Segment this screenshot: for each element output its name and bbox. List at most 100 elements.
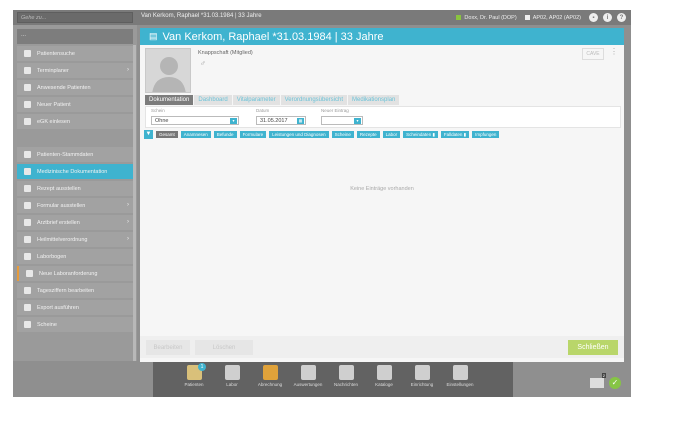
filter-chip[interactable]: Labor xyxy=(382,131,401,138)
delete-button[interactable]: Löschen xyxy=(195,340,253,355)
dock-item-patienten[interactable]: Patienten 1 xyxy=(177,363,211,387)
search-input[interactable]: Gehe zu... xyxy=(17,12,133,23)
kataloge-icon xyxy=(376,365,392,380)
sidebar: ... Patientensuche Terminplaner › Anwesende… xyxy=(13,25,137,361)
info-icon[interactable]: i xyxy=(603,13,612,22)
tab-bar: Dokumentation Dashboard Vitalparameter V… xyxy=(145,95,400,105)
sidebar-item-label: Neue Laboranforderung xyxy=(39,270,98,277)
filter-chip[interactable]: Scheindaten ▮ xyxy=(403,131,438,138)
patient-header: ▤ Van Kerkom, Raphael *31.03.1984 | 33 J… xyxy=(140,28,624,45)
filter-chip[interactable]: Formulare xyxy=(239,131,267,138)
sidebar-scrollbar[interactable] xyxy=(133,45,136,361)
menu-item-icon xyxy=(24,84,31,91)
dock-item-abrechnung[interactable]: Abrechnung xyxy=(253,365,287,387)
sidebar-item-terminplaner[interactable]: Terminplaner › xyxy=(17,63,133,78)
doctor-selector[interactable]: Doxx, Dr. Paul (DOP) xyxy=(456,15,517,21)
sidebar-item-neue-laboranforderung[interactable]: Neue Laboranforderung xyxy=(17,266,133,281)
cave-button[interactable]: CAVE xyxy=(582,48,604,60)
filter-chip[interactable]: Anamnesen xyxy=(180,131,211,138)
check-icon: ✓ xyxy=(609,377,621,389)
sidebar-item-label: Tagesziffern bearbeiten xyxy=(37,287,95,294)
top-bar: Gehe zu... Van Kerkom, Raphael *31.03.19… xyxy=(13,10,631,25)
menu-item-icon xyxy=(24,50,31,57)
sidebar-item-formular-ausstellen[interactable]: Formular ausstellen › xyxy=(17,198,133,213)
sidebar-item-neuer-patient[interactable]: Neuer Patient xyxy=(17,97,133,112)
sidebar-item-laborbogen[interactable]: Laborbogen xyxy=(17,249,133,264)
sidebar-item-tagesziffern-bearbeiten[interactable]: Tagesziffern bearbeiten xyxy=(17,283,133,298)
nachrichten-icon xyxy=(338,365,354,380)
sidebar-item-label: Patienten-Stammdaten xyxy=(37,151,94,158)
sidebar-item-label: Neuer Patient xyxy=(37,101,71,108)
dock-label: Einstellungen xyxy=(446,382,474,387)
auswertungen-icon xyxy=(300,365,316,380)
dock-item-einstellungen[interactable]: Einstellungen xyxy=(443,365,477,387)
mail-icon[interactable]: 2 xyxy=(590,373,606,388)
tab-verordnungsuebersicht[interactable]: Verordnungsübersicht xyxy=(280,95,348,105)
tab-medikationsplan[interactable]: Medikationsplan xyxy=(348,95,400,105)
edit-button[interactable]: Bearbeiten xyxy=(146,340,190,355)
neuer-eintrag-select[interactable]: ▾ xyxy=(321,116,363,125)
sidebar-item-egk-einlesen[interactable]: eGK einlesen xyxy=(17,114,133,129)
menu-item-icon xyxy=(24,185,31,192)
monitor-icon xyxy=(524,15,530,20)
help-icon[interactable]: ? xyxy=(617,13,626,22)
sidebar-item-rezept-ausstellen[interactable]: Rezept ausstellen xyxy=(17,181,133,196)
sidebar-item-label: Scheine xyxy=(37,321,57,328)
calendar-icon[interactable]: ▦ xyxy=(297,118,304,124)
workstation-selector[interactable]: AP02, AP02 (AP02) xyxy=(524,15,581,21)
menu-item-icon xyxy=(26,270,33,277)
tab-dashboard[interactable]: Dashboard xyxy=(194,95,232,105)
sidebar-item-export-ausführen[interactable]: Export ausführen xyxy=(17,300,133,315)
chevron-down-icon: ▾ xyxy=(354,118,361,124)
menu-item-icon xyxy=(24,101,31,108)
menu-item-icon xyxy=(24,287,31,294)
schein-select[interactable]: Ohne ▾ xyxy=(151,116,239,125)
filter-chip[interactable]: Impfungen xyxy=(472,131,500,138)
mail-count: 2 xyxy=(601,373,606,378)
main-panel: ▤ Van Kerkom, Raphael *31.03.1984 | 33 J… xyxy=(140,28,624,362)
dock-label: Patienten xyxy=(184,382,204,387)
filter-chip[interactable]: Leistungen und Diagnosen xyxy=(269,131,329,138)
more-icon[interactable]: ⋮ xyxy=(610,47,618,56)
sidebar-item-label: Terminplaner xyxy=(37,67,69,74)
filter-chip[interactable]: Falldaten ▮ xyxy=(440,131,470,138)
menu-item-icon xyxy=(24,118,31,125)
filter-chips: ▼ Gesamt Anamnesen Befunde Formulare Leistun… xyxy=(144,130,502,139)
menu-item-icon xyxy=(24,236,31,243)
dock-item-auswertungen[interactable]: Auswertungen xyxy=(291,365,325,387)
sidebar-item-heilmittelverordnung[interactable]: Heilmittelverordnung › xyxy=(17,232,133,247)
filter-icon[interactable]: ▼ xyxy=(144,130,153,139)
dock-label: Auswertungen xyxy=(293,382,323,387)
filter-chip[interactable]: Gesamt xyxy=(156,131,178,138)
chevron-right-icon: › xyxy=(127,67,129,73)
sidebar-menu-toggle[interactable]: ... xyxy=(17,29,133,44)
lock-icon[interactable]: ▪ xyxy=(589,13,598,22)
close-button[interactable]: Schließen xyxy=(568,340,618,355)
sidebar-item-scheine[interactable]: Scheine xyxy=(17,317,133,332)
filter-chip[interactable]: Befunde xyxy=(213,131,237,138)
dock-bar: Patienten 1 Labor Abrechnung Auswertungen Nac… xyxy=(153,362,513,397)
avatar-icon xyxy=(152,57,186,92)
dock-item-nachrichten[interactable]: Nachrichten xyxy=(329,365,363,387)
datum-field[interactable]: 31.05.2017 ▦ xyxy=(256,116,306,125)
dock-label: Kataloge xyxy=(375,382,393,387)
filter-chip[interactable]: Scheine xyxy=(331,131,354,138)
menu-item-icon xyxy=(24,321,31,328)
menu-item-icon xyxy=(24,253,31,260)
sidebar-item-medizinische-dokumentation[interactable]: Medizinische Dokumentation xyxy=(17,164,133,179)
menu-item-icon xyxy=(24,219,31,226)
tab-vitalparameter[interactable]: Vitalparameter xyxy=(232,95,280,105)
tab-dokumentation[interactable]: Dokumentation xyxy=(145,95,194,105)
sidebar-item-arztbrief-erstellen[interactable]: Arztbrief erstellen › xyxy=(17,215,133,230)
sidebar-item-anwesende-patienten[interactable]: Anwesende Patienten xyxy=(17,80,133,95)
sidebar-item-patientensuche[interactable]: Patientensuche xyxy=(17,46,133,61)
dock-item-kataloge[interactable]: Kataloge xyxy=(367,365,401,387)
sidebar-item-patienten-stammdaten[interactable]: Patienten-Stammdaten xyxy=(17,147,133,162)
dock-item-einrichtung[interactable]: Einrichtung xyxy=(405,365,439,387)
dock-item-labor[interactable]: Labor xyxy=(215,365,249,387)
dock-label: Nachrichten xyxy=(333,382,358,387)
abrechnung-icon xyxy=(262,365,278,380)
filter-chip[interactable]: Rezepte xyxy=(356,131,380,138)
datum-value: 31.05.2017 xyxy=(260,118,288,124)
dock-label: Abrechnung xyxy=(257,382,283,387)
